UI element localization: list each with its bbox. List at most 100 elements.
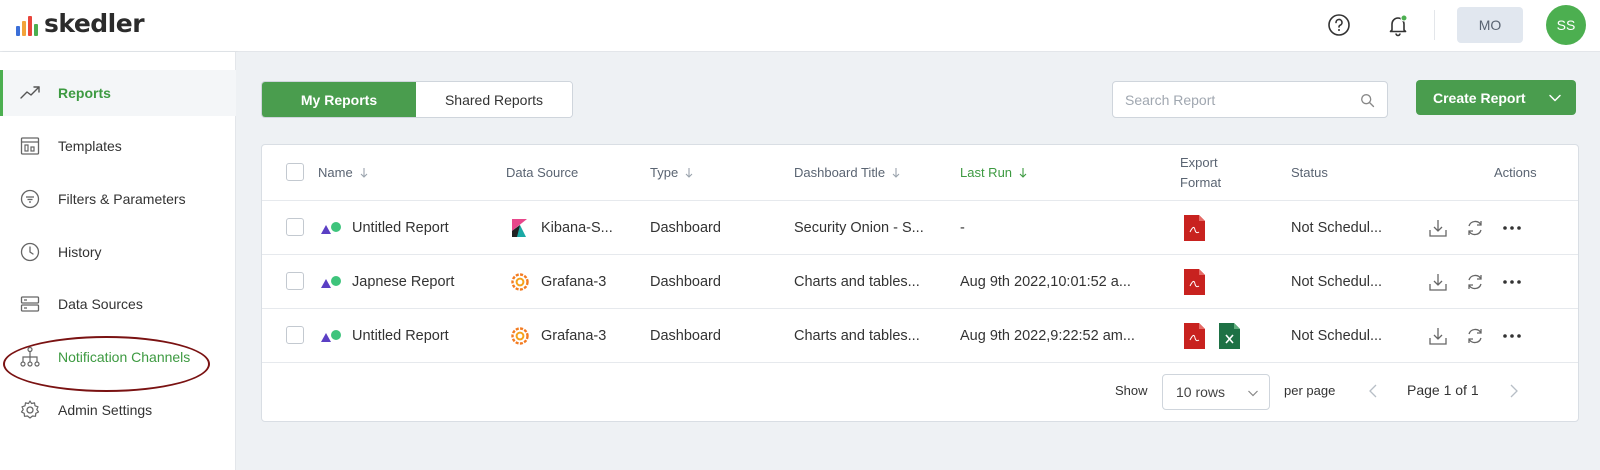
help-circle-icon[interactable] <box>1326 12 1352 38</box>
excel-format-icon[interactable] <box>1219 323 1240 349</box>
reports-table: Name Data Source Type Dashboard Title La… <box>261 144 1579 422</box>
column-header-data-source: Data Source <box>506 165 579 180</box>
sort-arrow-down-icon[interactable] <box>1018 167 1028 179</box>
column-header-last-run[interactable]: Last Run <box>960 165 1028 180</box>
column-header-status: Status <box>1291 165 1328 180</box>
show-label: Show <box>1115 383 1148 398</box>
refresh-icon[interactable] <box>1465 326 1485 346</box>
pdf-format-icon[interactable] <box>1184 323 1205 349</box>
create-report-button[interactable]: Create Report <box>1416 80 1576 115</box>
column-header-name[interactable]: Name <box>318 165 369 180</box>
dashboard-type-icon <box>321 330 341 342</box>
data-source-name: Grafana-3 <box>541 274 607 290</box>
rows-per-page-select[interactable]: 10 rows <box>1162 374 1270 410</box>
org-switcher-button[interactable]: MO <box>1457 7 1523 43</box>
grafana-icon <box>511 273 529 291</box>
sidebar-item-filters[interactable]: Filters & Parameters <box>0 176 236 222</box>
sort-arrow-down-icon[interactable] <box>684 167 694 179</box>
sort-arrow-down-icon[interactable] <box>359 167 369 179</box>
table-row[interactable]: Untitled Report Kibana-S... Dashboard Se… <box>262 200 1578 254</box>
bell-icon[interactable] <box>1385 12 1411 38</box>
more-options-icon[interactable] <box>1502 218 1522 238</box>
chevron-down-icon <box>1248 390 1258 397</box>
data-source-name: Kibana-S... <box>541 220 613 236</box>
table-row[interactable]: Untitled Report Grafana-3 Dashboard Char… <box>262 308 1578 362</box>
report-type: Dashboard <box>650 274 721 290</box>
column-header-actions: Actions <box>1494 165 1537 180</box>
last-run: Aug 9th 2022,10:01:52 a... <box>960 274 1131 290</box>
sidebar-item-label: Filters & Parameters <box>58 191 186 207</box>
chevron-right-icon[interactable] <box>1508 383 1520 399</box>
sidebar-item-label: Reports <box>58 85 111 101</box>
page-indicator: Page 1 of 1 <box>1407 382 1479 398</box>
more-options-icon[interactable] <box>1502 272 1522 292</box>
dashboard-title: Security Onion - S... <box>794 220 924 236</box>
table-row[interactable]: Japnese Report Grafana-3 Dashboard Chart… <box>262 254 1578 308</box>
report-status: Not Schedul... <box>1291 328 1383 344</box>
report-tabs: My Reports Shared Reports <box>261 81 573 118</box>
sidebar-item-templates[interactable]: Templates <box>0 123 236 169</box>
more-options-icon[interactable] <box>1502 326 1522 346</box>
server-icon <box>20 296 40 312</box>
header-divider <box>1434 10 1435 40</box>
report-name[interactable]: Untitled Report <box>352 220 449 236</box>
create-report-label: Create Report <box>1433 89 1526 106</box>
download-icon[interactable] <box>1428 218 1448 238</box>
row-checkbox[interactable] <box>286 272 304 290</box>
gear-icon <box>20 400 40 419</box>
clock-icon <box>20 242 40 262</box>
dashboard-type-icon <box>321 222 341 234</box>
kibana-icon <box>512 219 527 237</box>
trending-up-icon <box>20 86 40 99</box>
column-header-dashboard-title[interactable]: Dashboard Title <box>794 165 901 180</box>
sidebar-item-history[interactable]: History <box>0 229 236 275</box>
user-avatar[interactable]: SS <box>1546 5 1586 45</box>
last-run: - <box>960 220 965 236</box>
report-status: Not Schedul... <box>1291 220 1383 236</box>
dashboard-title: Charts and tables... <box>794 328 920 344</box>
column-header-type[interactable]: Type <box>650 165 694 180</box>
download-icon[interactable] <box>1428 272 1448 292</box>
filter-icon <box>20 189 40 209</box>
sort-arrow-down-icon[interactable] <box>891 167 901 179</box>
top-bar: skedler MO SS <box>0 0 1600 52</box>
tab-my-reports[interactable]: My Reports <box>262 82 416 117</box>
dashboard-title: Charts and tables... <box>794 274 920 290</box>
download-icon[interactable] <box>1428 326 1448 346</box>
search-input[interactable] <box>1125 90 1355 110</box>
highlight-annotation-ellipse <box>3 336 210 392</box>
sidebar: Reports Templates Filters & Parameters H… <box>0 52 236 470</box>
rows-per-page-value: 10 rows <box>1176 384 1226 400</box>
select-all-checkbox[interactable] <box>286 163 304 181</box>
pdf-format-icon[interactable] <box>1184 215 1205 241</box>
row-checkbox[interactable] <box>286 218 304 236</box>
sidebar-item-admin-settings[interactable]: Admin Settings <box>0 387 236 433</box>
report-name[interactable]: Japnese Report <box>352 274 454 290</box>
chevron-down-icon[interactable] <box>1548 91 1562 105</box>
main-content: My Reports Shared Reports Create Report … <box>236 52 1600 470</box>
sidebar-item-data-sources[interactable]: Data Sources <box>0 281 236 327</box>
skedler-logo[interactable]: skedler <box>16 11 145 36</box>
dashboard-type-icon <box>321 276 341 288</box>
refresh-icon[interactable] <box>1465 218 1485 238</box>
per-page-label: per page <box>1284 383 1336 398</box>
chevron-left-icon[interactable] <box>1367 383 1379 399</box>
sidebar-item-label: History <box>58 244 102 260</box>
tab-shared-reports[interactable]: Shared Reports <box>416 82 572 117</box>
report-type: Dashboard <box>650 328 721 344</box>
sidebar-item-label: Templates <box>58 138 122 154</box>
search-icon[interactable] <box>1360 93 1375 108</box>
table-footer <box>262 362 1578 422</box>
sidebar-item-reports[interactable]: Reports <box>0 70 236 116</box>
report-name[interactable]: Untitled Report <box>352 328 449 344</box>
row-checkbox[interactable] <box>286 326 304 344</box>
pdf-format-icon[interactable] <box>1184 269 1205 295</box>
sidebar-item-label: Data Sources <box>58 296 143 312</box>
refresh-icon[interactable] <box>1465 272 1485 292</box>
report-type: Dashboard <box>650 220 721 236</box>
column-header-export-format: Export Format <box>1180 155 1222 190</box>
data-source-name: Grafana-3 <box>541 328 607 344</box>
search-box <box>1112 81 1388 118</box>
sidebar-item-label: Admin Settings <box>58 402 153 418</box>
last-run: Aug 9th 2022,9:22:52 am... <box>960 328 1135 344</box>
